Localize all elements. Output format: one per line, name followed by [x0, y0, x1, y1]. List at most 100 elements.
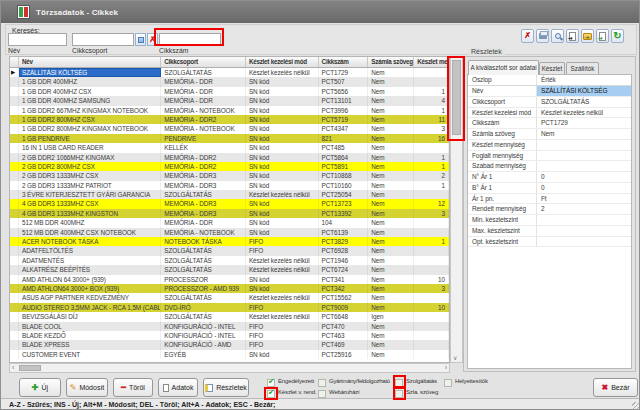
grid-cell[interactable]: ACER NOTEBOOK TÁSKA — [19, 237, 161, 246]
grid-cell[interactable]: Nem — [368, 256, 414, 265]
grid-cell[interactable]: 2 — [414, 171, 449, 180]
table-row[interactable]: ACER NOTEBOOK TÁSKANOTEBOOK TÁSKAFIFOPCT… — [10, 237, 449, 246]
grid-cell[interactable]: MEMÓRIA - DDR3 — [161, 209, 246, 218]
checkbox-gyartmany[interactable]: Gyártmány/feldolgozható — [318, 378, 390, 387]
grid-cell[interactable]: 512 MB DDR 400MHZ CSX NOTEBOOK — [19, 228, 161, 237]
grid-cell[interactable]: Nem — [368, 303, 414, 312]
grid-cell[interactable]: 1 GB DDR2 800MHZ KINGMAX NOTEBOOK — [19, 124, 161, 133]
details-row[interactable]: Foglalt mennyiség — [468, 151, 631, 162]
grid-cell[interactable]: SN kód — [246, 106, 319, 115]
grid-cell[interactable] — [414, 350, 449, 359]
grid-cell[interactable]: SZOLGÁLTATÁS — [161, 68, 246, 77]
grid-cell[interactable]: PROCESSZOR — [161, 275, 246, 284]
grid-cell[interactable]: EGYÉB — [161, 350, 246, 359]
search-nev-input[interactable] — [8, 33, 67, 46]
grid-cell[interactable]: BEVIZSGÁLÁSI DÍJ — [19, 312, 161, 321]
grid-cell[interactable]: PCT469 — [319, 340, 369, 349]
grid-cell[interactable]: KONFIGURÁCIÓ - INTEL — [161, 331, 246, 340]
grid-cell[interactable]: Nem — [368, 340, 414, 349]
grid-cell[interactable]: PCT6928 — [319, 246, 369, 255]
table-row[interactable]: 2 GB DDR2 1066MHZ KINGMAXMEMÓRIA - DDR2S… — [10, 153, 449, 162]
refresh-button[interactable]: ↻ — [611, 29, 624, 43]
grid-cell[interactable]: DVD-ÍRÓ — [161, 303, 246, 312]
grid-cell[interactable]: Nem — [368, 199, 414, 208]
grid-cell[interactable]: Nem — [368, 284, 414, 293]
grid-cell[interactable]: PCT9009 — [319, 303, 369, 312]
grid-cell[interactable]: PCT13101 — [319, 96, 369, 105]
table-row[interactable]: 1 GB DDR2 667MHZ KINGMAX NOTEBOOKMEMÓRIA… — [10, 106, 449, 115]
print-preview-button[interactable] — [551, 29, 564, 43]
grid-cell[interactable] — [414, 143, 449, 152]
grid-cell[interactable]: 10 — [414, 303, 449, 312]
grid-cell[interactable]: SN kód — [246, 153, 319, 162]
grid-cell[interactable]: MEMÓRIA - DDR3 — [161, 199, 246, 208]
grid-cell[interactable]: MEMÓRIA - DDR — [161, 96, 246, 105]
grid-cell[interactable]: 1 — [414, 162, 449, 171]
table-row[interactable]: 2 GB DDR3 1333MHZ PATRIOTMEMÓRIA - DDR3S… — [10, 181, 449, 190]
grid-cell[interactable]: Nem — [368, 265, 414, 274]
grid-cell[interactable]: 1 GB DDR 400MHZ CSX — [19, 87, 161, 96]
grid-cell[interactable]: PCT13723 — [319, 199, 369, 208]
reszletek-button[interactable]: Részletek — [203, 378, 249, 397]
grid-cell[interactable]: PCT4347 — [319, 124, 369, 133]
table-row[interactable]: 3 ÉVRE KITERJESZTETT GYÁRI GARANCIASZOLG… — [10, 190, 449, 199]
details-row[interactable]: Készlet mennyiség — [468, 140, 631, 151]
cikkcsoport-lookup-button[interactable] — [135, 33, 146, 46]
grid-cell[interactable]: PCT10160 — [319, 181, 369, 190]
grid-cell[interactable]: SN kód — [246, 228, 319, 237]
checkbox-webaruhazi[interactable]: Webáruházi — [318, 389, 359, 398]
grid-cell[interactable]: Nem — [368, 246, 414, 255]
grid-cell[interactable]: MEMÓRIA - DDR3 — [161, 171, 246, 180]
export-file-button[interactable] — [596, 29, 609, 43]
grid-cell[interactable]: PCT342 — [319, 284, 369, 293]
grid-cell[interactable] — [414, 331, 449, 340]
grid-cell[interactable] — [414, 218, 449, 227]
table-row[interactable]: 512 MB DDR 400MHZMEMÓRIA - DDRSN kód104N… — [10, 218, 449, 227]
grid-cell[interactable] — [414, 265, 449, 274]
grid-cell[interactable]: FIFO — [246, 322, 319, 331]
table-row[interactable]: AMD ATHLON64 3000+ BOX (939)PROCESSZOR -… — [10, 284, 449, 293]
grid-header-keszlet-mod[interactable]: Készlet kezelési mód — [246, 57, 319, 67]
grid-cell[interactable]: Nem — [368, 96, 414, 105]
details-row[interactable]: B° Ár 10 — [468, 183, 631, 194]
grid-cell[interactable]: 2 GB DDR2 1066MHZ KINGMAX — [19, 153, 161, 162]
table-row[interactable]: AUDIO STEREO 3,5MM JACK - RCA 1,5M (CABL… — [10, 303, 449, 312]
grid-cell[interactable]: FIFO — [246, 303, 319, 312]
grid-cell[interactable]: PCT25054 — [319, 190, 369, 199]
details-row[interactable]: Számla szövegNem — [468, 129, 631, 140]
grid-cell[interactable]: Nem — [368, 181, 414, 190]
grid-cell[interactable]: 1 — [414, 181, 449, 190]
grid-cell[interactable]: 1 GB DDR 400MHZ SAMSUNG — [19, 96, 161, 105]
grid-cell[interactable] — [414, 322, 449, 331]
open-folder-button[interactable] — [581, 29, 594, 43]
clear-filter-button[interactable]: ✗ — [521, 29, 534, 43]
grid-cell[interactable]: PCT507 — [319, 77, 369, 86]
grid-cell[interactable]: PCT470 — [319, 322, 369, 331]
grid-cell[interactable]: 3 — [414, 284, 449, 293]
grid-cell[interactable]: AMD ATHLON 64 3000+ (939) — [19, 275, 161, 284]
grid-cell[interactable]: Készlet kezelés nélkül — [246, 312, 319, 321]
title-bar[interactable]: Törzsadatok - Cikkek — [1, 1, 639, 23]
grid-cell[interactable]: BLADE COOL — [19, 322, 161, 331]
details-row[interactable]: Rendelt mennyiség2 — [468, 204, 631, 215]
grid-cell[interactable]: Nem — [368, 134, 414, 143]
grid-cell[interactable]: SN kód — [246, 199, 319, 208]
grid-cell[interactable]: Készlet kezelés nélkül — [246, 265, 319, 274]
tab-selected-row-data[interactable]: A kiválasztott sor adatai — [468, 60, 539, 75]
grid-cell[interactable]: PROCESSZOR - AMD 939 — [161, 284, 246, 293]
table-row[interactable]: ASUS AGP PARTNER KEDVEZMÉNYSZOLGÁLTATÁSK… — [10, 293, 449, 302]
grid-cell[interactable]: PCT10868 — [319, 171, 369, 180]
grid-cell[interactable]: PCT15562 — [319, 293, 369, 302]
table-row[interactable]: 16 IN 1 USB CARD READERKELLÉKSN kódPCT48… — [10, 143, 449, 152]
details-row[interactable]: Ár 1 pn.Ft — [468, 194, 631, 205]
grid-cell[interactable]: SZOLGÁLTATÁS — [161, 312, 246, 321]
grid-cell[interactable]: Készlet kezelés nélkül — [246, 293, 319, 302]
checkbox-engedelyezett[interactable]: Engedélyezett — [267, 378, 314, 387]
details-row[interactable]: Szabad mennyiség — [468, 161, 631, 172]
grid-cell[interactable]: 1 GB DDR 400MHZ — [19, 77, 161, 86]
grid-cell[interactable]: SN kód — [246, 162, 319, 171]
grid-cell[interactable]: 10 — [414, 275, 449, 284]
grid-cell[interactable]: PCT1729 — [319, 68, 369, 77]
grid-cell[interactable]: ADATMENTÉS — [19, 256, 161, 265]
grid-cell[interactable]: SN kód — [246, 115, 319, 124]
